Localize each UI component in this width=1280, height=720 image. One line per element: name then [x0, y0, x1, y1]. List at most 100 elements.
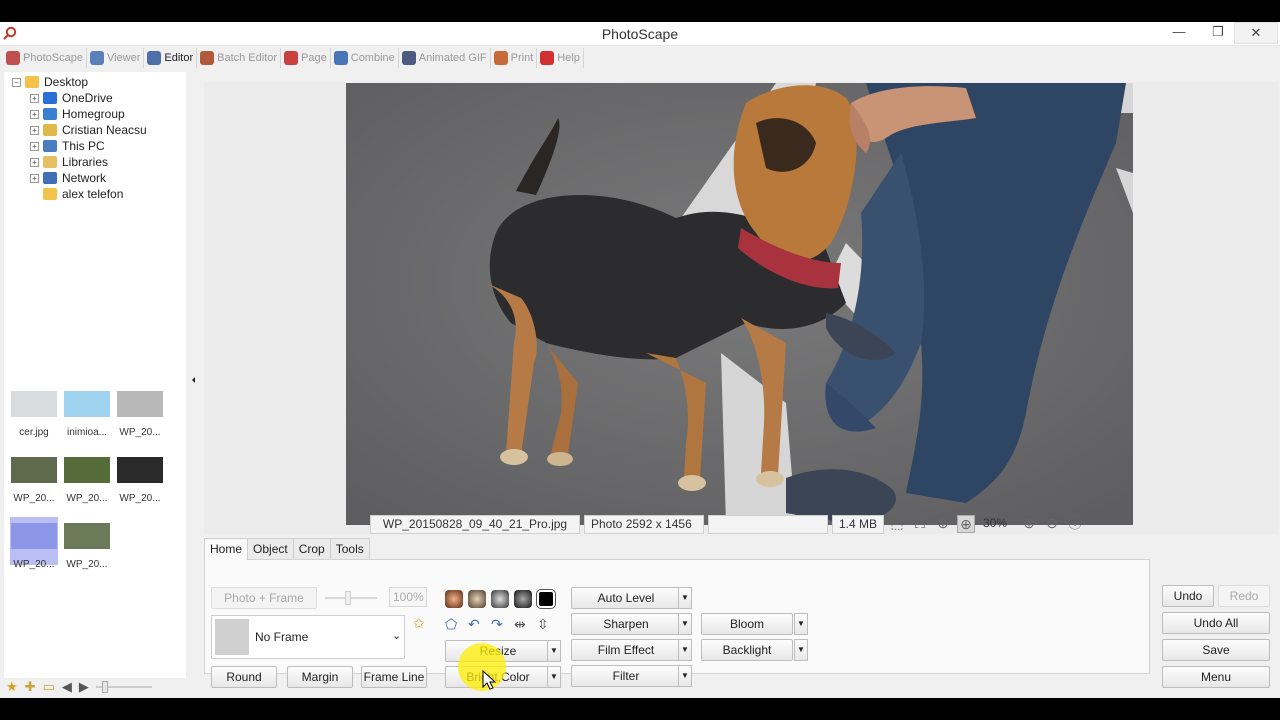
- frame-size-input[interactable]: 100%: [389, 587, 427, 607]
- restore-button[interactable]: ❐: [1203, 22, 1233, 44]
- module-tab-editor[interactable]: Editor: [144, 48, 198, 68]
- preset-sepia-icon[interactable]: [468, 590, 486, 608]
- redo-rotate-icon[interactable]: ↷: [491, 616, 509, 633]
- tree-item-cristian-neacsu[interactable]: + Cristian Neacsu: [30, 122, 147, 138]
- resize-dropdown[interactable]: ▼: [547, 640, 561, 662]
- tree-item-homegroup[interactable]: + Homegroup: [30, 106, 125, 122]
- margin-button[interactable]: Margin: [287, 666, 353, 688]
- round-button[interactable]: Round: [211, 666, 277, 688]
- thumbnail-item[interactable]: WP_20...: [116, 451, 164, 504]
- tree-item-desktop[interactable]: − Desktop: [12, 74, 88, 90]
- menu-button[interactable]: Menu: [1162, 666, 1270, 688]
- status-filesize: 1.4 MB: [832, 514, 884, 534]
- minimize-button[interactable]: —: [1164, 22, 1194, 44]
- auto-level-dropdown[interactable]: ▼: [678, 587, 692, 609]
- forward-arrow-icon[interactable]: ▶: [79, 679, 89, 695]
- backlight-button[interactable]: Backlight: [701, 639, 793, 661]
- sharpen-button[interactable]: Sharpen: [571, 613, 681, 635]
- thumbnail-item[interactable]: inimioa...: [63, 385, 111, 438]
- backlight-dropdown[interactable]: ▼: [794, 639, 808, 661]
- frame-size-slider[interactable]: [325, 591, 377, 605]
- tree-expander-icon[interactable]: +: [30, 125, 39, 135]
- thumbnail-item[interactable]: WP_20...: [63, 517, 111, 570]
- title-bar: PhotoScape — ❐ ✕: [0, 22, 1280, 46]
- cursor-highlight: [458, 643, 506, 691]
- tab-tools[interactable]: Tools: [329, 538, 370, 560]
- module-tab-batch-editor[interactable]: Batch Editor: [197, 48, 282, 68]
- close-button[interactable]: ✕: [1234, 22, 1278, 44]
- actual-size-icon[interactable]: ⛶: [911, 515, 929, 533]
- tree-expander-icon[interactable]: +: [30, 173, 39, 183]
- back-arrow-icon[interactable]: ◀: [62, 679, 72, 695]
- thumbnail-item[interactable]: cer.jpg: [10, 385, 58, 438]
- tree-expander-icon[interactable]: +: [30, 109, 39, 119]
- tree-item-label: Desktop: [44, 75, 89, 89]
- thumbnail-label: WP_20...: [13, 493, 55, 504]
- auto-level-button[interactable]: Auto Level: [571, 587, 681, 609]
- add-folder-icon[interactable]: ✚: [25, 679, 36, 695]
- panel-splitter[interactable]: [188, 72, 200, 702]
- undo-all-button[interactable]: Undo All: [1162, 612, 1270, 634]
- zoom-out-icon[interactable]: ⊖: [1043, 515, 1061, 533]
- open-folder-icon[interactable]: ▭: [43, 679, 55, 695]
- redo-button[interactable]: Redo: [1218, 585, 1270, 607]
- sharpen-dropdown[interactable]: ▼: [678, 613, 692, 635]
- filter-button[interactable]: Filter: [571, 665, 681, 687]
- flip-horizontal-icon[interactable]: ⇹: [514, 616, 532, 633]
- tree-expander-icon[interactable]: −: [12, 77, 21, 87]
- thumbnail-item[interactable]: WP_20...: [116, 385, 164, 438]
- frame-select[interactable]: No Frame ⌄: [211, 615, 405, 659]
- favorite-frame-star-icon[interactable]: ✩: [413, 615, 425, 632]
- tab-crop[interactable]: Crop: [292, 538, 331, 560]
- bright-color-dropdown[interactable]: ▼: [547, 666, 561, 688]
- undo-button[interactable]: Undo: [1162, 585, 1214, 607]
- module-tab-page[interactable]: Page: [281, 48, 331, 68]
- tree-item-this-pc[interactable]: + This PC: [30, 138, 105, 154]
- fit-window-icon[interactable]: ⬚: [888, 515, 906, 533]
- preset-bw-icon[interactable]: [536, 589, 556, 609]
- module-tab-animated-gif[interactable]: Animated GIF: [399, 48, 491, 68]
- save-button[interactable]: Save: [1162, 639, 1270, 661]
- info-icon[interactable]: ⓘ: [1066, 515, 1084, 533]
- module-tab-help[interactable]: Help: [537, 48, 584, 68]
- tree-expander-icon[interactable]: +: [30, 93, 39, 103]
- module-tab-print[interactable]: Print: [491, 48, 538, 68]
- tree-item-label: Network: [62, 171, 107, 185]
- bloom-button[interactable]: Bloom: [701, 613, 793, 635]
- preset-gray-icon[interactable]: [491, 590, 509, 608]
- module-tab-viewer[interactable]: Viewer: [87, 48, 145, 68]
- photo-canvas[interactable]: [346, 83, 1133, 525]
- module-tab-photoscape[interactable]: PhotoScape: [3, 48, 87, 68]
- photo-frame-button[interactable]: Photo + Frame: [211, 587, 317, 609]
- collapse-arrow-icon[interactable]: [192, 377, 195, 383]
- film-effect-dropdown[interactable]: ▼: [678, 639, 692, 661]
- thumbnail-item[interactable]: WP_20...: [63, 451, 111, 504]
- tree-item-onedrive[interactable]: + OneDrive: [30, 90, 113, 106]
- tree-item-network[interactable]: + Network: [30, 170, 106, 186]
- preset-warm-icon[interactable]: [445, 590, 463, 608]
- tree-item-alex-telefon[interactable]: alex telefon: [30, 186, 123, 202]
- flip-vertical-icon[interactable]: ⇳: [537, 616, 555, 633]
- tree-item-libraries[interactable]: + Libraries: [30, 154, 108, 170]
- bloom-dropdown[interactable]: ▼: [794, 613, 808, 635]
- undo-rotate-icon[interactable]: ↶: [468, 616, 486, 633]
- zoom-in-icon[interactable]: ⊕: [1020, 515, 1038, 533]
- tree-expander-icon[interactable]: +: [30, 141, 39, 151]
- favorite-star-icon[interactable]: ★: [6, 679, 18, 695]
- thumbnail-size-slider[interactable]: [95, 681, 152, 693]
- tree-expander-icon[interactable]: +: [30, 157, 39, 167]
- film-effect-button[interactable]: Film Effect: [571, 639, 681, 661]
- thumbnail-item[interactable]: WP_20...: [10, 517, 58, 570]
- frame-line-button[interactable]: Frame Line: [361, 666, 427, 688]
- thumbnail-image: [64, 457, 110, 483]
- tab-object[interactable]: Object: [247, 538, 294, 560]
- preset-dark-icon[interactable]: [514, 590, 532, 608]
- tab-home[interactable]: Home: [204, 538, 249, 560]
- rotate-left-icon[interactable]: ⬠: [445, 616, 463, 633]
- zoom-fit-icon[interactable]: ⊕: [934, 515, 952, 533]
- module-tab-combine[interactable]: Combine: [331, 48, 399, 68]
- thumbnail-item[interactable]: WP_20...: [10, 451, 58, 504]
- module-tab-label: Print: [510, 52, 534, 64]
- zoom-auto-icon[interactable]: ⊕: [957, 515, 975, 533]
- filter-dropdown[interactable]: ▼: [678, 665, 692, 687]
